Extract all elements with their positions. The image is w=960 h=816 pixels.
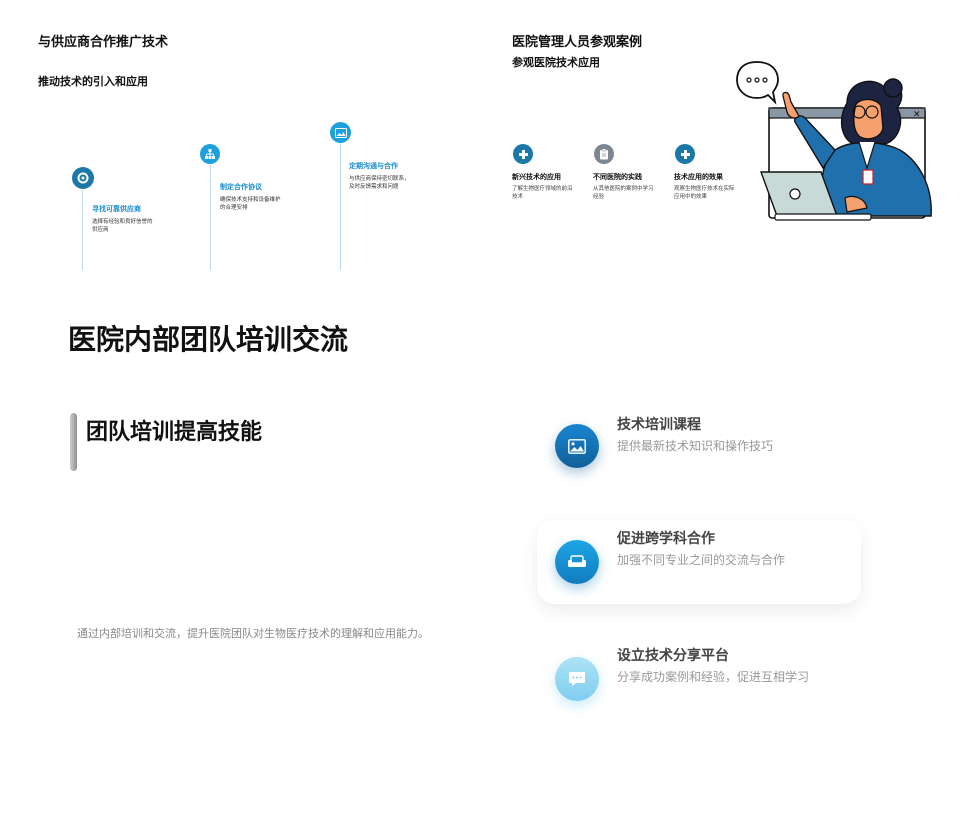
org-chart-icon xyxy=(200,144,220,164)
timeline-line-3 xyxy=(340,143,341,270)
feature-title: 技术培训课程 xyxy=(617,417,701,433)
step-title: 制定合作协议 xyxy=(220,183,262,191)
chat-bubble-icon xyxy=(555,657,599,701)
case-title: 新兴技术的应用 xyxy=(512,173,561,181)
timeline-line-1 xyxy=(82,190,83,270)
feature-desc: 分享成功案例和经验，促进互相学习 xyxy=(617,670,810,684)
step-desc: 与供应商保持密切联系，及时反馈需求和问题 xyxy=(349,176,410,190)
section-description: 通过内部培训和交流，提升医院团队对生物医疗技术的理解和应用能力。 xyxy=(77,627,429,640)
section-accent-bar xyxy=(70,413,77,471)
collab-subtitle: 推动技术的引入和应用 xyxy=(38,75,148,88)
image-icon xyxy=(330,122,351,143)
case-desc: 了解生物医疗领域的前沿技术 xyxy=(512,186,573,200)
feature-title: 促进跨学科合作 xyxy=(617,531,715,547)
sofa-icon xyxy=(555,540,599,584)
svg-text:✕: ✕ xyxy=(913,110,921,120)
step-desc: 确保技术支持和设备维护的合理安排 xyxy=(220,197,281,211)
image-icon xyxy=(555,424,599,468)
step-title: 寻找可靠供应商 xyxy=(92,205,141,213)
feature-desc: 提供最新技术知识和操作技巧 xyxy=(617,439,774,453)
collab-title: 与供应商合作推广技术 xyxy=(38,35,169,50)
case-title: 不同医院的实践 xyxy=(593,173,642,181)
case-title: 技术应用的效果 xyxy=(674,173,723,181)
visit-title: 医院管理人员参观案例 xyxy=(512,35,643,50)
page-title: 医院内部团队培训交流 xyxy=(68,323,349,356)
clipboard-icon xyxy=(594,144,614,164)
speech-bubble-icon xyxy=(736,61,779,105)
feature-desc: 加强不同专业之间的交流与合作 xyxy=(617,553,786,567)
step-title: 定期沟通与合作 xyxy=(349,162,398,170)
visit-subtitle: 参观医院技术应用 xyxy=(512,56,600,69)
step-desc: 选择有经验和良好信誉的供应商 xyxy=(92,219,153,233)
medical-cross-icon xyxy=(513,144,533,164)
feature-title: 设立技术分享平台 xyxy=(617,648,729,664)
target-icon xyxy=(72,167,94,189)
section-title: 团队培训提高技能 xyxy=(86,420,263,445)
timeline-line-2 xyxy=(210,165,211,270)
case-desc: 观察生物医疗技术在实际应用中的效果 xyxy=(674,186,735,200)
case-desc: 从其他医院的案例中学习经验 xyxy=(593,186,654,200)
presenter-illustration: ✕ xyxy=(736,61,932,221)
medical-cross-icon xyxy=(675,144,695,164)
